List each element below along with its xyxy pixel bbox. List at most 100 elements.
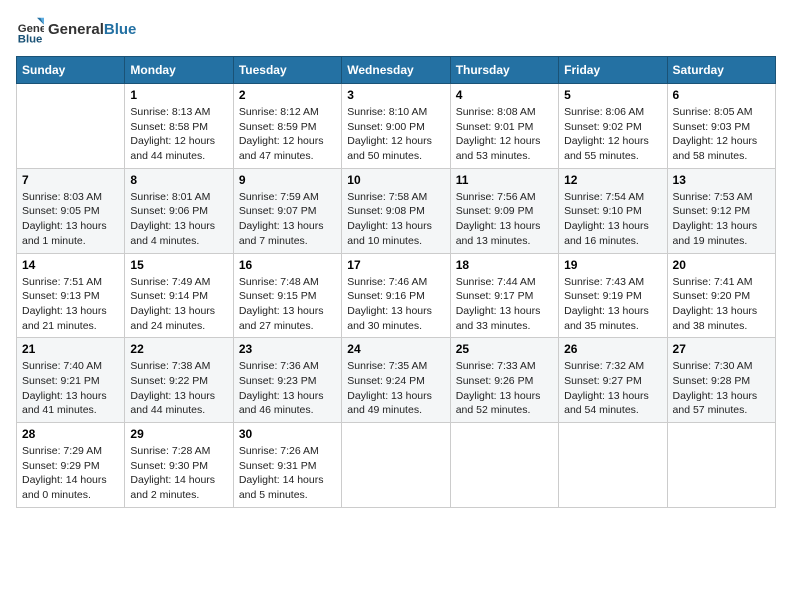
day-number: 3 <box>347 88 444 102</box>
day-info: Sunrise: 7:46 AM Sunset: 9:16 PM Dayligh… <box>347 275 444 334</box>
day-number: 5 <box>564 88 661 102</box>
day-info: Sunrise: 7:58 AM Sunset: 9:08 PM Dayligh… <box>347 190 444 249</box>
day-info: Sunrise: 7:26 AM Sunset: 9:31 PM Dayligh… <box>239 444 336 503</box>
day-info: Sunrise: 7:54 AM Sunset: 9:10 PM Dayligh… <box>564 190 661 249</box>
day-info: Sunrise: 7:41 AM Sunset: 9:20 PM Dayligh… <box>673 275 770 334</box>
header-row: SundayMondayTuesdayWednesdayThursdayFrid… <box>17 57 776 84</box>
logo: General Blue GeneralBlue <box>16 16 136 44</box>
day-number: 8 <box>130 173 227 187</box>
day-info: Sunrise: 8:06 AM Sunset: 9:02 PM Dayligh… <box>564 105 661 164</box>
day-number: 28 <box>22 427 119 441</box>
calendar-table: SundayMondayTuesdayWednesdayThursdayFrid… <box>16 56 776 508</box>
calendar-header: SundayMondayTuesdayWednesdayThursdayFrid… <box>17 57 776 84</box>
day-info: Sunrise: 7:36 AM Sunset: 9:23 PM Dayligh… <box>239 359 336 418</box>
column-header-wednesday: Wednesday <box>342 57 450 84</box>
column-header-tuesday: Tuesday <box>233 57 341 84</box>
day-cell: 23Sunrise: 7:36 AM Sunset: 9:23 PM Dayli… <box>233 338 341 423</box>
day-cell: 28 Sunrise: 7:29 AM Sunset: 9:29 PM Dayli… <box>17 423 125 508</box>
day-cell: 5 Sunrise: 8:06 AM Sunset: 9:02 PM Daylig… <box>559 84 667 169</box>
day-info: Sunrise: 7:59 AM Sunset: 9:07 PM Dayligh… <box>239 190 336 249</box>
day-number: 26 <box>564 342 661 356</box>
day-cell: 13Sunrise: 7:53 AM Sunset: 9:12 PM Dayli… <box>667 168 775 253</box>
day-cell <box>450 423 558 508</box>
day-cell: 2 Sunrise: 8:12 AM Sunset: 8:59 PM Daylig… <box>233 84 341 169</box>
day-number: 27 <box>673 342 770 356</box>
week-row-1: 1Sunrise: 8:13 AM Sunset: 8:58 PM Daylig… <box>17 84 776 169</box>
day-cell: 21 Sunrise: 7:40 AM Sunset: 9:21 PM Dayli… <box>17 338 125 423</box>
day-info: Sunrise: 7:40 AM Sunset: 9:21 PM Dayligh… <box>22 359 119 418</box>
day-number: 25 <box>456 342 553 356</box>
day-number: 11 <box>456 173 553 187</box>
day-info: Sunrise: 8:10 AM Sunset: 9:00 PM Dayligh… <box>347 105 444 164</box>
day-number: 24 <box>347 342 444 356</box>
day-cell <box>17 84 125 169</box>
day-info: Sunrise: 7:56 AM Sunset: 9:09 PM Dayligh… <box>456 190 553 249</box>
day-number: 22 <box>130 342 227 356</box>
day-cell: 9Sunrise: 7:59 AM Sunset: 9:07 PM Daylig… <box>233 168 341 253</box>
day-cell: 30 Sunrise: 7:26 AM Sunset: 9:31 PM Dayli… <box>233 423 341 508</box>
day-info: Sunrise: 7:33 AM Sunset: 9:26 PM Dayligh… <box>456 359 553 418</box>
day-number: 12 <box>564 173 661 187</box>
day-info: Sunrise: 8:05 AM Sunset: 9:03 PM Dayligh… <box>673 105 770 164</box>
day-cell <box>342 423 450 508</box>
day-cell: 27 Sunrise: 7:30 AM Sunset: 9:28 PM Dayli… <box>667 338 775 423</box>
day-cell <box>667 423 775 508</box>
day-info: Sunrise: 8:12 AM Sunset: 8:59 PM Dayligh… <box>239 105 336 164</box>
day-cell: 12 Sunrise: 7:54 AM Sunset: 9:10 PM Dayli… <box>559 168 667 253</box>
day-cell: 14 Sunrise: 7:51 AM Sunset: 9:13 PM Dayli… <box>17 253 125 338</box>
week-row-3: 14 Sunrise: 7:51 AM Sunset: 9:13 PM Dayli… <box>17 253 776 338</box>
day-info: Sunrise: 7:28 AM Sunset: 9:30 PM Dayligh… <box>130 444 227 503</box>
day-info: Sunrise: 8:08 AM Sunset: 9:01 PM Dayligh… <box>456 105 553 164</box>
day-cell: 1Sunrise: 8:13 AM Sunset: 8:58 PM Daylig… <box>125 84 233 169</box>
day-number: 19 <box>564 258 661 272</box>
day-number: 21 <box>22 342 119 356</box>
day-cell: 18 Sunrise: 7:44 AM Sunset: 9:17 PM Dayli… <box>450 253 558 338</box>
day-info: Sunrise: 7:43 AM Sunset: 9:19 PM Dayligh… <box>564 275 661 334</box>
day-cell: 25 Sunrise: 7:33 AM Sunset: 9:26 PM Dayli… <box>450 338 558 423</box>
day-cell: 7 Sunrise: 8:03 AM Sunset: 9:05 PM Daylig… <box>17 168 125 253</box>
day-info: Sunrise: 7:49 AM Sunset: 9:14 PM Dayligh… <box>130 275 227 334</box>
calendar-body: 1Sunrise: 8:13 AM Sunset: 8:58 PM Daylig… <box>17 84 776 508</box>
day-info: Sunrise: 7:48 AM Sunset: 9:15 PM Dayligh… <box>239 275 336 334</box>
day-number: 15 <box>130 258 227 272</box>
day-number: 10 <box>347 173 444 187</box>
day-number: 4 <box>456 88 553 102</box>
logo-icon: General Blue <box>16 16 44 44</box>
column-header-monday: Monday <box>125 57 233 84</box>
day-cell: 16 Sunrise: 7:48 AM Sunset: 9:15 PM Dayli… <box>233 253 341 338</box>
day-info: Sunrise: 7:29 AM Sunset: 9:29 PM Dayligh… <box>22 444 119 503</box>
day-cell: 26Sunrise: 7:32 AM Sunset: 9:27 PM Dayli… <box>559 338 667 423</box>
day-cell: 22 Sunrise: 7:38 AM Sunset: 9:22 PM Dayli… <box>125 338 233 423</box>
week-row-2: 7 Sunrise: 8:03 AM Sunset: 9:05 PM Daylig… <box>17 168 776 253</box>
day-cell: 15 Sunrise: 7:49 AM Sunset: 9:14 PM Dayli… <box>125 253 233 338</box>
day-number: 29 <box>130 427 227 441</box>
column-header-friday: Friday <box>559 57 667 84</box>
day-number: 30 <box>239 427 336 441</box>
day-cell: 6Sunrise: 8:05 AM Sunset: 9:03 PM Daylig… <box>667 84 775 169</box>
day-cell: 29 Sunrise: 7:28 AM Sunset: 9:30 PM Dayli… <box>125 423 233 508</box>
week-row-4: 21 Sunrise: 7:40 AM Sunset: 9:21 PM Dayli… <box>17 338 776 423</box>
day-info: Sunrise: 7:35 AM Sunset: 9:24 PM Dayligh… <box>347 359 444 418</box>
day-cell: 10 Sunrise: 7:58 AM Sunset: 9:08 PM Dayli… <box>342 168 450 253</box>
day-info: Sunrise: 7:30 AM Sunset: 9:28 PM Dayligh… <box>673 359 770 418</box>
day-cell: 19 Sunrise: 7:43 AM Sunset: 9:19 PM Dayli… <box>559 253 667 338</box>
day-number: 13 <box>673 173 770 187</box>
page-header: General Blue GeneralBlue <box>16 16 776 44</box>
day-info: Sunrise: 7:51 AM Sunset: 9:13 PM Dayligh… <box>22 275 119 334</box>
day-number: 16 <box>239 258 336 272</box>
day-cell: 17 Sunrise: 7:46 AM Sunset: 9:16 PM Dayli… <box>342 253 450 338</box>
day-cell: 3 Sunrise: 8:10 AM Sunset: 9:00 PM Daylig… <box>342 84 450 169</box>
svg-text:Blue: Blue <box>18 33 43 44</box>
day-number: 18 <box>456 258 553 272</box>
day-number: 2 <box>239 88 336 102</box>
day-cell <box>559 423 667 508</box>
day-info: Sunrise: 8:01 AM Sunset: 9:06 PM Dayligh… <box>130 190 227 249</box>
day-info: Sunrise: 7:44 AM Sunset: 9:17 PM Dayligh… <box>456 275 553 334</box>
day-cell: 24 Sunrise: 7:35 AM Sunset: 9:24 PM Dayli… <box>342 338 450 423</box>
day-info: Sunrise: 7:38 AM Sunset: 9:22 PM Dayligh… <box>130 359 227 418</box>
day-info: Sunrise: 8:03 AM Sunset: 9:05 PM Dayligh… <box>22 190 119 249</box>
day-number: 17 <box>347 258 444 272</box>
day-number: 14 <box>22 258 119 272</box>
column-header-saturday: Saturday <box>667 57 775 84</box>
day-number: 7 <box>22 173 119 187</box>
